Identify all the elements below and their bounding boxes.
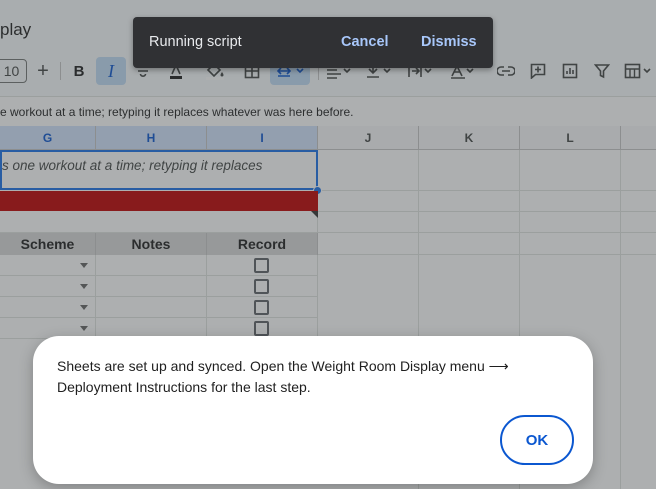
dismiss-button[interactable]: Dismiss [421,34,477,50]
toast-message: Running script [149,34,242,50]
running-script-toast: Running script Cancel Dismiss [133,17,493,68]
dialog-message: Sheets are set up and synced. Open the W… [57,358,509,395]
ok-button[interactable]: OK [500,415,574,465]
alert-dialog: Sheets are set up and synced. Open the W… [33,336,593,484]
cancel-button[interactable]: Cancel [341,34,389,50]
